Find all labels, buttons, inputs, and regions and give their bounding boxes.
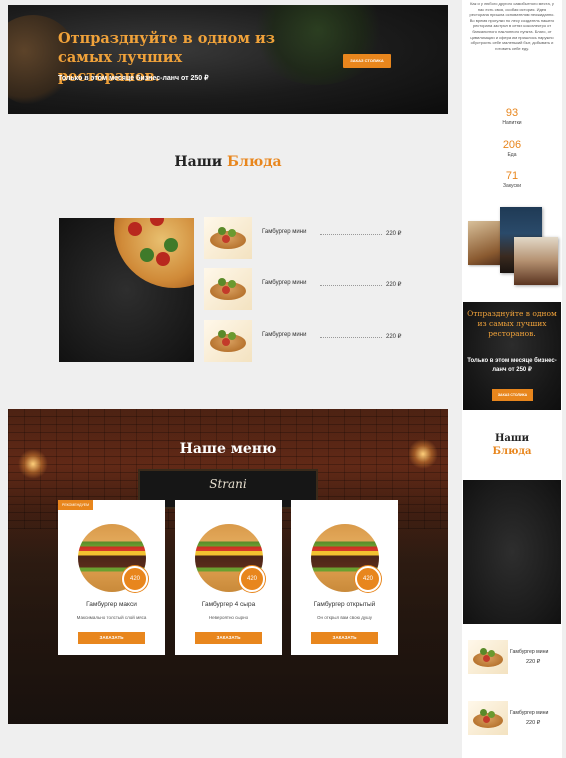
menu-item[interactable]: Гамбургер мини 220 ₽	[204, 268, 406, 310]
sidebar-item-thumbnail	[468, 640, 508, 674]
menu-item-price: 220 ₽	[386, 231, 402, 237]
menu-item-name: Гамбургер мини	[262, 280, 307, 286]
sidebar-pizza-photo	[463, 480, 561, 624]
stat-label: Еда	[507, 152, 517, 158]
sidebar-item-thumbnail	[468, 701, 508, 735]
recommended-badge: Рекомендуем	[58, 500, 94, 510]
sidebar-promo: Отпразднуйте в одном из самых лучших рес…	[463, 302, 561, 410]
order-button[interactable]: Заказать	[311, 632, 378, 644]
our-menu-title: Наше меню	[179, 441, 277, 457]
our-menu-section: Strani Наше меню Рекомендуем 420 Гамбург…	[8, 409, 448, 724]
stat-number: 71	[505, 170, 519, 182]
sidebar-dishes-title: Наши Блюда	[462, 432, 562, 458]
stat-label: Напитки	[502, 120, 522, 126]
menu-item-leader	[320, 285, 382, 286]
price-badge: 420	[355, 566, 381, 592]
dishes-title-accent: Блюда	[227, 154, 282, 170]
menu-card: 420 Гамбургер открытый Он открыл вам сво…	[291, 500, 398, 655]
card-description: Максимально толстый слой мяса	[76, 615, 147, 620]
dishes-title: Наши Блюда	[8, 154, 448, 170]
sidebar-dishes-title-main: Наши	[494, 433, 530, 444]
menu-item-name: Гамбургер мини	[262, 332, 307, 338]
menu-item-leader	[320, 234, 382, 235]
menu-card: Рекомендуем 420 Гамбургер макси Максимал…	[58, 500, 165, 655]
stat-number: 206	[502, 139, 522, 151]
sidebar: Как и у любого другого самобытного места…	[462, 0, 562, 758]
stat-food: 206 Еда	[462, 139, 562, 158]
restaurant-photo-collage	[468, 207, 558, 287]
sidebar-item-price: 220 ₽	[526, 720, 541, 726]
stat-snacks: 71 Закуски	[462, 170, 562, 189]
card-title: Гамбургер открытый	[313, 601, 376, 608]
menu-item-leader	[320, 337, 382, 338]
card-title: Гамбургер 4 сыра	[201, 601, 256, 608]
card-description: Невероятно сырно	[208, 615, 249, 620]
menu-item-thumbnail	[204, 268, 252, 310]
book-table-button[interactable]: Заказ столика	[343, 54, 391, 68]
sidebar-promo-subtitle: Только в этом месяце бизнес-ланч от 250 …	[467, 358, 557, 373]
menu-item[interactable]: Гамбургер мини 220 ₽	[204, 217, 406, 259]
menu-item-thumbnail	[204, 320, 252, 362]
chalkboard-text: Strani	[209, 477, 247, 491]
pizza-photo	[59, 218, 194, 362]
photo-dining	[514, 237, 558, 285]
sidebar-item-name: Гамбургер мини	[510, 649, 549, 655]
order-button[interactable]: Заказать	[195, 632, 262, 644]
card-description: Он открыл вам свою душу	[317, 615, 372, 620]
sidebar-book-table-button[interactable]: Заказ столика	[492, 389, 533, 401]
sidebar-menu-item[interactable]: Гамбургер мини 220 ₽	[468, 640, 560, 676]
sidebar-menu-item[interactable]: Гамбургер мини 220 ₽	[468, 701, 560, 737]
promo-banner: Отпразднуйте в одном из самых лучших рес…	[8, 5, 448, 114]
sidebar-item-name: Гамбургер мини	[510, 710, 549, 716]
sidebar-promo-title: Отпразднуйте в одном из самых лучших рес…	[467, 309, 557, 338]
stat-drinks: 93 Напитки	[462, 107, 562, 126]
sidebar-item-price: 220 ₽	[526, 659, 541, 665]
order-button[interactable]: Заказать	[78, 632, 145, 644]
dishes-title-main: Наши	[174, 154, 223, 170]
sidebar-dishes-title-accent: Блюда	[492, 446, 532, 457]
pizza-image	[114, 218, 194, 288]
card-title: Гамбургер макси	[86, 601, 137, 608]
menu-item[interactable]: Гамбургер мини 220 ₽	[204, 320, 406, 362]
menu-item-thumbnail	[204, 217, 252, 259]
stat-number: 93	[505, 107, 519, 119]
menu-item-name: Гамбургер мини	[262, 229, 307, 235]
promo-subtitle: Только в этом месяце бизнес-ланч от 250 …	[58, 75, 209, 82]
menu-item-price: 220 ₽	[386, 334, 402, 340]
price-badge: 420	[239, 566, 265, 592]
about-text: Как и у любого другого самобытного места…	[469, 1, 555, 51]
menu-item-price: 220 ₽	[386, 282, 402, 288]
price-badge: 420	[122, 566, 148, 592]
stat-label: Закуски	[503, 183, 521, 189]
menu-card: 420 Гамбургер 4 сыра Невероятно сырно За…	[175, 500, 282, 655]
